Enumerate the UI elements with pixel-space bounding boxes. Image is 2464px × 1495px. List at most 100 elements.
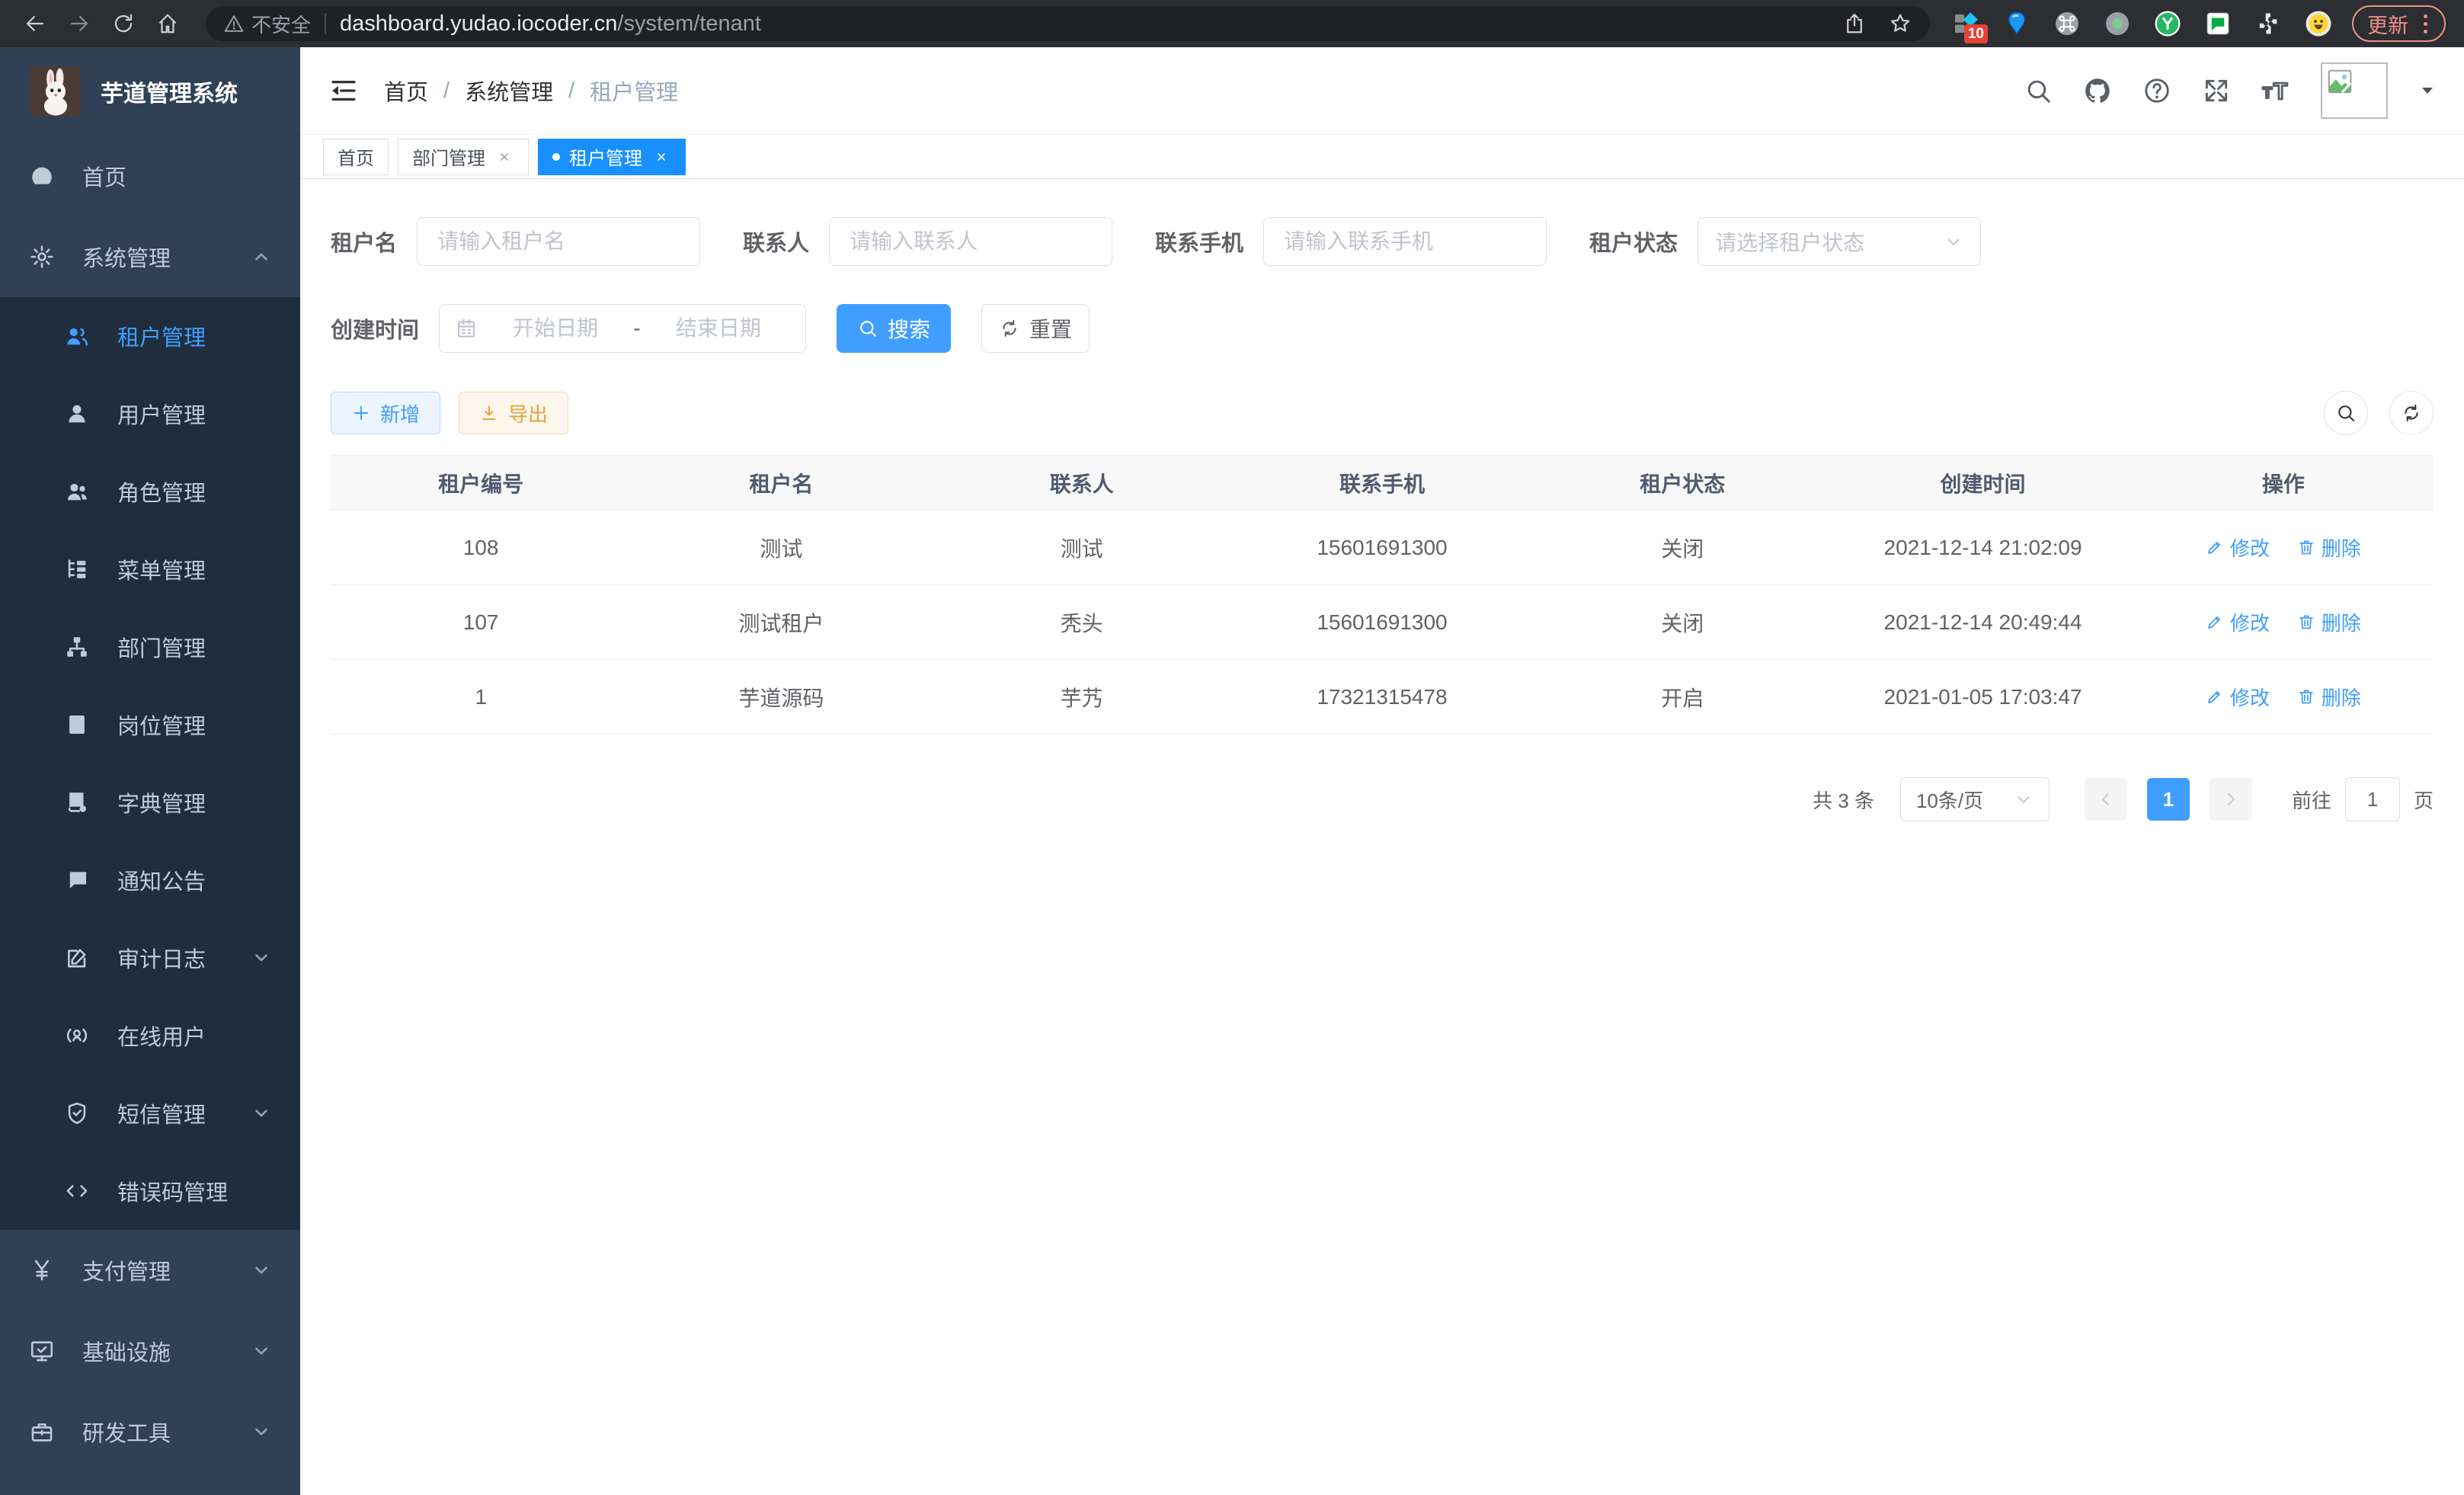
goto-page-input[interactable] — [2345, 777, 2400, 821]
sidebar-item-notice[interactable]: 通知公告 — [0, 841, 300, 919]
reset-button[interactable]: 重置 — [981, 304, 1090, 353]
sidebar-collapse-icon[interactable] — [328, 75, 360, 107]
app-title: 芋道管理系统 — [101, 75, 238, 108]
tenant-name-input[interactable] — [417, 217, 700, 266]
fullscreen-icon[interactable] — [2202, 76, 2231, 105]
extension-command-icon[interactable] — [2052, 8, 2082, 39]
navbar: 首页 / 系统管理 / 租户管理 TT — [300, 47, 2464, 135]
extension-badge: 10 — [1964, 24, 1988, 43]
mobile-input[interactable] — [1263, 217, 1547, 266]
active-dot-icon — [552, 153, 560, 161]
tab-home[interactable]: 首页 — [323, 139, 389, 175]
browser-menu-icon[interactable] — [2421, 11, 2430, 37]
export-button[interactable]: 导出 — [459, 392, 568, 434]
current-page-button[interactable]: 1 — [2147, 778, 2190, 821]
sidebar-item-user[interactable]: 用户管理 — [0, 375, 300, 453]
sidebar-item-menu[interactable]: 菜单管理 — [0, 530, 300, 608]
online-users-icon — [64, 1023, 90, 1048]
trash-icon — [2297, 687, 2315, 706]
hide-search-button[interactable] — [2324, 391, 2368, 435]
next-page-button[interactable] — [2210, 778, 2252, 821]
refresh-table-button[interactable] — [2389, 391, 2434, 435]
browser-forward-button[interactable] — [62, 7, 96, 40]
extension-tampermonkey-icon[interactable]: 10 — [1951, 8, 1982, 39]
table-row: 107 测试租户 秃头 15601691300 关闭 2021-12-14 20… — [331, 585, 2434, 660]
sidebar-item-dict[interactable]: 字典管理 — [0, 764, 300, 841]
edit-pen-icon — [2206, 687, 2224, 706]
close-icon[interactable] — [494, 147, 514, 167]
announcement-icon — [64, 867, 90, 893]
delete-link[interactable]: 删除 — [2297, 608, 2361, 636]
caret-down-icon[interactable] — [2418, 82, 2437, 100]
col-mobile: 联系手机 — [1232, 456, 1532, 511]
extension-chat-icon[interactable] — [2203, 8, 2233, 39]
refresh-icon — [2401, 402, 2422, 424]
contact-input[interactable] — [829, 217, 1112, 266]
tab-tenant[interactable]: 租户管理 — [538, 139, 686, 175]
close-icon[interactable] — [651, 147, 671, 167]
cell-contact: 秃头 — [932, 585, 1232, 660]
navbar-actions: TT — [2024, 62, 2437, 119]
chevron-down-icon — [251, 948, 271, 968]
org-chart-icon — [64, 634, 90, 660]
share-icon[interactable] — [1843, 12, 1866, 35]
refresh-icon — [999, 318, 1020, 339]
browser-reload-button[interactable] — [107, 7, 140, 40]
search-button[interactable]: 搜索 — [837, 304, 951, 353]
tab-dept[interactable]: 部门管理 — [398, 139, 529, 175]
sidebar-item-tenant[interactable]: 租户管理 — [0, 297, 300, 375]
sidebar-item-payment[interactable]: 支付管理 — [0, 1230, 300, 1311]
delete-link[interactable]: 删除 — [2297, 533, 2361, 562]
help-icon[interactable] — [2142, 76, 2171, 105]
extension-yuque-icon[interactable] — [2152, 8, 2183, 39]
github-icon[interactable] — [2083, 76, 2112, 105]
browser-home-button[interactable] — [151, 7, 184, 40]
extensions-puzzle-icon[interactable] — [2253, 8, 2283, 39]
edit-link[interactable]: 修改 — [2206, 608, 2270, 636]
edit-link[interactable]: 修改 — [2206, 683, 2270, 711]
cell-contact: 芋艿 — [932, 660, 1232, 735]
sidebar-item-post[interactable]: 岗位管理 — [0, 686, 300, 764]
breadcrumb-system[interactable]: 系统管理 — [465, 75, 553, 107]
security-status[interactable]: 不安全 — [224, 10, 311, 38]
sidebar-item-infra[interactable]: 基础设施 — [0, 1311, 300, 1391]
sidebar-item-sms[interactable]: 短信管理 — [0, 1074, 300, 1152]
sidebar-item-devtools[interactable]: 研发工具 — [0, 1391, 300, 1472]
create-time-range-picker[interactable]: - — [439, 304, 806, 353]
sidebar-item-system[interactable]: 系统管理 — [0, 216, 300, 297]
sidebar-item-online-users[interactable]: 在线用户 — [0, 997, 300, 1074]
prev-page-button[interactable] — [2085, 778, 2127, 821]
sidebar-item-home[interactable]: 首页 — [0, 136, 300, 216]
page-size-select[interactable]: 10条/页 — [1900, 777, 2050, 821]
trash-icon — [2297, 613, 2315, 631]
extension-record-icon[interactable] — [2102, 8, 2133, 39]
user-avatar[interactable] — [2321, 62, 2388, 119]
edit-link[interactable]: 修改 — [2206, 533, 2270, 562]
date-range-separator: - — [633, 316, 640, 341]
delete-link[interactable]: 删除 — [2297, 683, 2361, 711]
profile-avatar-icon[interactable] — [2303, 8, 2334, 39]
sidebar-item-error-code[interactable]: 错误码管理 — [0, 1152, 300, 1230]
chevron-down-icon — [1944, 232, 1963, 251]
start-date-input[interactable] — [484, 316, 627, 341]
update-label: 更新 — [2367, 9, 2408, 39]
breadcrumb-home[interactable]: 首页 — [384, 75, 428, 107]
browser-back-button[interactable] — [18, 7, 52, 40]
extension-balloon-icon[interactable] — [2002, 8, 2032, 39]
sidebar-item-role[interactable]: 角色管理 — [0, 453, 300, 530]
bookmark-star-icon[interactable] — [1889, 12, 1912, 35]
infrastructure-icon — [29, 1338, 55, 1364]
browser-address-bar[interactable]: 不安全 dashboard.yudao.iocoder.cn/system/te… — [206, 6, 1930, 41]
add-button[interactable]: 新增 — [331, 392, 440, 434]
chevron-up-icon — [251, 247, 271, 267]
end-date-input[interactable] — [647, 316, 790, 341]
sidebar-item-dept[interactable]: 部门管理 — [0, 608, 300, 686]
font-size-icon[interactable]: TT — [2261, 76, 2290, 105]
extension-toolbar: 10 — [1951, 8, 2334, 39]
status-select[interactable]: 请选择租户状态 — [1698, 217, 1981, 266]
app-logo[interactable]: 芋道管理系统 — [0, 47, 300, 136]
search-icon[interactable] — [2024, 76, 2053, 105]
table-toolbar: 新增 导出 — [331, 391, 2434, 435]
sidebar-item-audit-log[interactable]: 审计日志 — [0, 919, 300, 997]
browser-update-button[interactable]: 更新 — [2352, 5, 2446, 42]
